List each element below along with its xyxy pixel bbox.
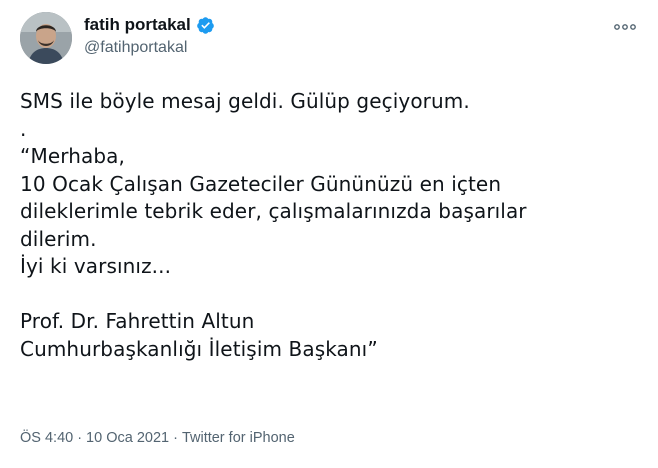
display-name[interactable]: fatih portakal — [84, 15, 191, 35]
tweet-line: “Merhaba, — [20, 144, 125, 168]
tweet-line: Cumhurbaşkanlığı İletişim Başkanı” — [20, 336, 378, 361]
tweet-meta: ÖS 4:40 · 10 Oca 2021 · Twitter for iPho… — [20, 430, 295, 446]
tweet-line: dileklerimle tebrik eder, çalışmalarınız… — [20, 199, 527, 223]
name-row: fatih portakal — [84, 14, 215, 36]
tweet-time[interactable]: ÖS 4:40 — [20, 430, 73, 446]
avatar[interactable] — [20, 12, 72, 64]
tweet-line — [20, 281, 640, 309]
more-options-button[interactable] — [610, 16, 640, 38]
tweet-text: SMS ile böyle mesaj geldi. Gülüp geçiyor… — [20, 88, 640, 363]
tweet-line: . — [20, 116, 27, 141]
tweet-card: fatih portakal @fatihportakal SMS ile bö… — [0, 0, 658, 468]
more-dots-icon — [614, 24, 636, 30]
tweet-line: Prof. Dr. Fahrettin Altun — [20, 309, 255, 333]
avatar-image — [20, 12, 72, 64]
tweet-line: SMS ile böyle mesaj geldi. Gülüp geçiyor… — [20, 89, 470, 113]
meta-separator: · — [173, 430, 178, 446]
handle[interactable]: @fatihportakal — [84, 39, 215, 57]
verified-badge-icon — [196, 16, 215, 35]
tweet-source[interactable]: Twitter for iPhone — [182, 430, 295, 446]
tweet-line: 10 Ocak Çalışan Gazeteciler Gününüzü en … — [20, 171, 502, 196]
author-block: fatih portakal @fatihportakal — [84, 14, 215, 57]
tweet-line: dilerim. — [20, 226, 97, 251]
tweet-line: İyi ki varsınız... — [20, 254, 172, 278]
meta-separator: · — [77, 430, 83, 446]
tweet-date[interactable]: 10 Oca 2021 — [86, 430, 169, 446]
